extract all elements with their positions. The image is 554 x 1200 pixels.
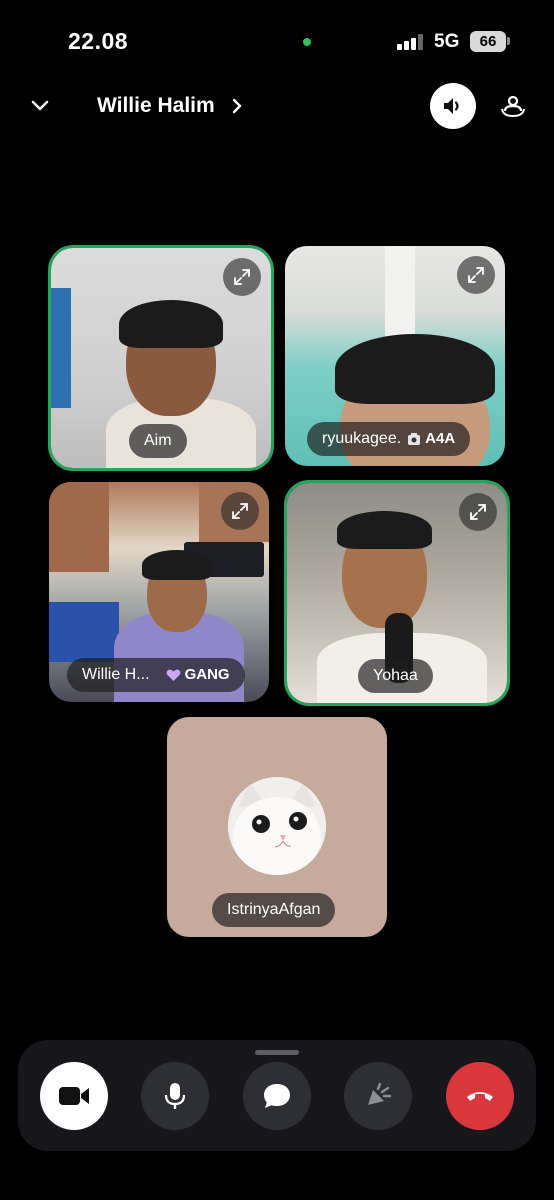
expand-tile-button[interactable]	[457, 256, 495, 294]
video-camera-icon	[59, 1087, 89, 1105]
disconnect-button[interactable]	[446, 1062, 514, 1130]
participant-name: IstrinyaAfgan	[227, 901, 321, 918]
participant-name-tag: ryuukagee. A4A	[307, 422, 471, 456]
camera-toggle-button[interactable]	[40, 1062, 108, 1130]
switch-camera-button[interactable]	[498, 91, 528, 121]
participant-name-tag: Yohaa	[358, 659, 433, 693]
activities-button[interactable]	[344, 1062, 412, 1130]
clock: 22.08	[68, 28, 129, 54]
server-tag-label: A4A	[425, 430, 456, 447]
chat-button[interactable]	[243, 1062, 311, 1130]
server-tag-label: GANG	[184, 666, 230, 683]
expand-icon	[470, 504, 486, 520]
chevron-down-icon	[31, 100, 49, 111]
call-title[interactable]: Willie Halim	[97, 94, 215, 118]
cat-avatar-image	[228, 777, 326, 875]
chevron-right-icon	[232, 98, 242, 114]
battery-tip	[507, 37, 510, 45]
participant-name-tag: IstrinyaAfgan	[212, 893, 336, 927]
collapse-call-button[interactable]	[26, 92, 54, 120]
participant-tile-ryuukagee[interactable]: ryuukagee. A4A	[285, 246, 505, 466]
camera-switch-icon	[501, 95, 525, 118]
camera-badge-icon	[408, 433, 421, 445]
microphone-toggle-button[interactable]	[141, 1062, 209, 1130]
avatar	[228, 777, 326, 875]
battery-icon: 66	[470, 31, 506, 52]
participant-name: ryuukagee.	[322, 430, 402, 447]
rocket-icon	[368, 1082, 392, 1105]
participant-name: Willie H...	[82, 666, 150, 683]
server-tag: GANG	[166, 658, 230, 692]
participant-tile-yohaa[interactable]: Yohaa	[287, 483, 507, 703]
participant-name: Aim	[144, 432, 172, 449]
expand-tile-button[interactable]	[221, 492, 259, 530]
privacy-indicator-dot	[303, 38, 311, 46]
participant-tile-aim[interactable]: Aim	[51, 248, 271, 468]
drawer-handle[interactable]	[255, 1050, 299, 1055]
hang-up-icon	[467, 1092, 493, 1101]
chat-bubble-icon	[264, 1084, 290, 1108]
speaker-icon	[444, 98, 459, 114]
expand-icon	[468, 267, 484, 283]
server-tag: A4A	[407, 422, 455, 456]
participant-tile-willie[interactable]: Willie H... GANG	[49, 482, 269, 702]
expand-tile-button[interactable]	[223, 258, 261, 296]
participant-name: Yohaa	[373, 667, 418, 684]
participant-name-tag: Aim	[129, 424, 187, 458]
call-title-chevron[interactable]	[228, 95, 246, 117]
microphone-icon	[164, 1083, 186, 1109]
speaker-button[interactable]	[430, 83, 476, 129]
network-type: 5G	[434, 31, 460, 52]
participant-name-tag: Willie H... GANG	[67, 658, 245, 692]
expand-tile-button[interactable]	[459, 493, 497, 531]
expand-icon	[232, 503, 248, 519]
expand-icon	[234, 269, 250, 285]
signal-strength-icon	[397, 34, 427, 50]
participant-tile-istrinyaafgan[interactable]: IstrinyaAfgan	[167, 717, 387, 937]
heart-badge-icon	[166, 669, 180, 681]
